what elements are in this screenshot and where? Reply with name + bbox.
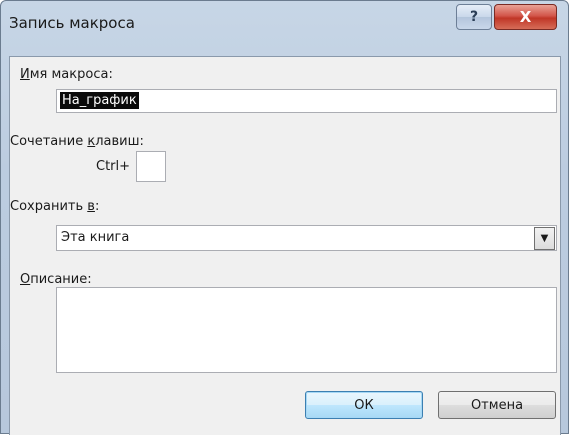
macro-name-value: На_график (60, 92, 139, 109)
store-in-label: Сохранить в: (10, 199, 100, 214)
close-icon: X (519, 8, 532, 26)
record-macro-dialog: Запись макроса ? X Имя макроса: На_графи… (0, 0, 569, 435)
help-icon: ? (469, 9, 479, 25)
title-bar: Запись макроса ? X (1, 1, 568, 45)
store-in-value: Эта книга (61, 230, 130, 245)
dialog-body: Имя макроса: На_график Сочетание клавиш:… (9, 56, 561, 435)
shortcut-label: Сочетание клавиш: (10, 134, 144, 149)
shortcut-key-input[interactable] (136, 151, 166, 182)
chevron-down-icon[interactable]: ▼ (534, 227, 555, 250)
close-button[interactable]: X (494, 4, 557, 30)
description-label: Описание: (20, 272, 92, 287)
macro-name-label: Имя макроса: (20, 67, 113, 82)
dialog-title: Запись макроса (9, 14, 135, 32)
store-in-select[interactable]: Эта книга ▼ (56, 225, 557, 251)
help-button[interactable]: ? (456, 4, 492, 30)
ok-button[interactable]: ОК (305, 391, 423, 419)
description-textarea[interactable] (56, 287, 557, 373)
macro-name-input[interactable]: На_график (56, 89, 557, 113)
cancel-button[interactable]: Отмена (438, 391, 556, 419)
shortcut-ctrl-prefix: Ctrl+ (96, 159, 131, 174)
